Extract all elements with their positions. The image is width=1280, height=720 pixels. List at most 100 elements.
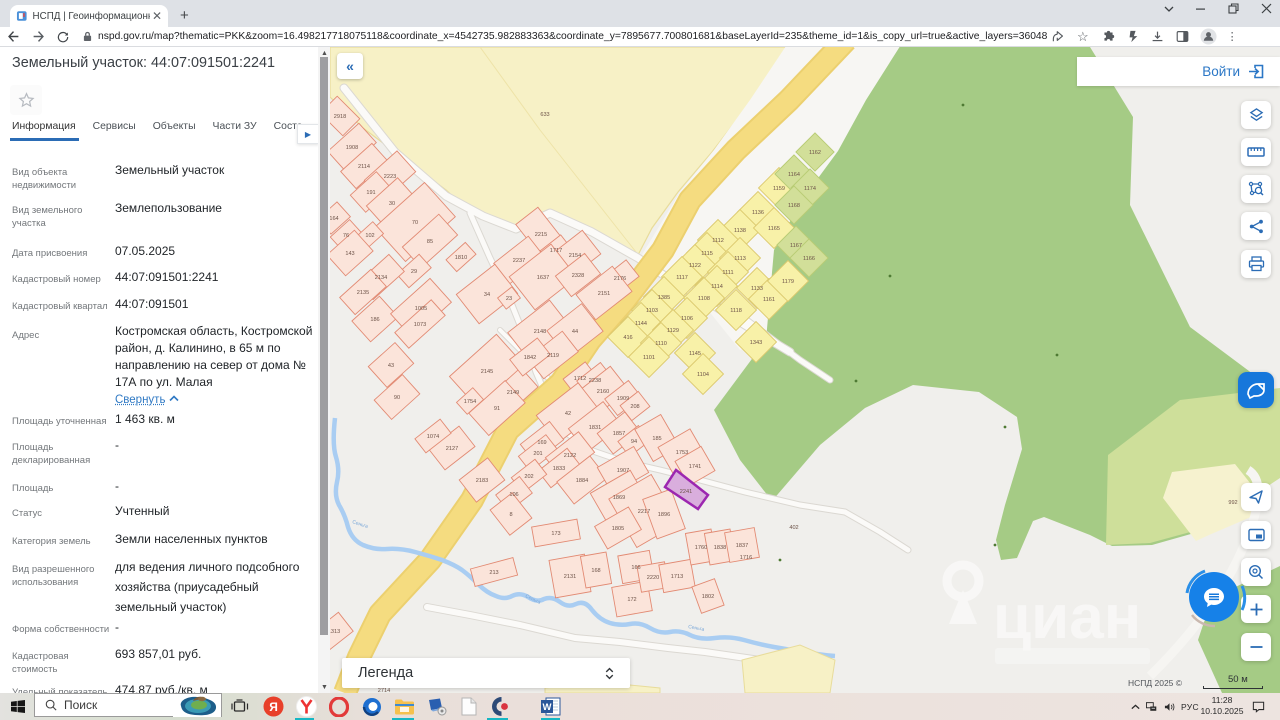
svg-text:2918: 2918 [334,114,346,120]
svg-text:1908: 1908 [346,145,358,151]
svg-text:208: 208 [630,404,639,410]
svg-text:2154: 2154 [569,253,581,259]
svg-text:2114: 2114 [358,164,370,170]
svg-text:2135: 2135 [357,290,369,296]
svg-text:1869: 1869 [613,495,625,501]
svg-text:1179: 1179 [782,279,794,285]
svg-text:1712: 1712 [574,376,586,382]
svg-text:2134: 2134 [375,275,387,281]
svg-text:1114: 1114 [711,284,723,290]
svg-text:1716: 1716 [740,555,752,561]
svg-text:1106: 1106 [681,316,693,322]
svg-text:1164: 1164 [788,172,800,178]
svg-text:1144: 1144 [635,321,647,327]
svg-text:1385: 1385 [658,295,670,301]
svg-text:1162: 1162 [809,150,821,156]
svg-text:1073: 1073 [414,322,426,328]
svg-text:1754: 1754 [464,399,476,405]
svg-text:143: 143 [345,251,354,257]
svg-text:1122: 1122 [689,263,701,269]
svg-text:43: 43 [388,363,394,369]
svg-text:1118: 1118 [730,308,742,314]
svg-text:1753: 1753 [676,450,688,456]
svg-text:1833: 1833 [553,466,565,472]
svg-text:2127: 2127 [446,446,458,452]
svg-text:1713: 1713 [671,574,683,580]
svg-text:1810: 1810 [455,255,467,261]
svg-text:202: 202 [524,474,533,480]
svg-text:1138: 1138 [734,228,746,234]
svg-text:1168: 1168 [788,203,800,209]
svg-text:1343: 1343 [750,340,762,346]
svg-text:1313: 1313 [330,629,340,635]
svg-text:2145: 2145 [481,369,493,375]
svg-text:2122: 2122 [564,453,576,459]
svg-text:416: 416 [623,335,632,341]
svg-text:Я: Я [269,700,278,714]
svg-text:201: 201 [533,451,542,457]
svg-text:2151: 2151 [598,291,610,297]
svg-text:1112: 1112 [712,238,724,244]
svg-text:2183: 2183 [476,478,488,484]
svg-text:2238: 2238 [589,378,601,384]
svg-text:164: 164 [330,216,339,222]
svg-text:1103: 1103 [646,308,658,314]
svg-text:2131: 2131 [564,574,576,580]
svg-text:1909: 1909 [617,396,629,402]
svg-text:1115: 1115 [701,251,713,257]
svg-text:1005: 1005 [415,306,427,312]
svg-text:1159: 1159 [773,186,785,192]
svg-text:1842: 1842 [524,355,536,361]
svg-text:1637: 1637 [537,275,549,281]
svg-text:1717: 1717 [550,248,562,254]
svg-text:1174: 1174 [804,186,816,192]
svg-text:1907: 1907 [617,468,629,474]
svg-text:1896: 1896 [658,512,670,518]
svg-text:8: 8 [509,512,512,518]
svg-text:76: 76 [343,233,349,239]
svg-text:1857: 1857 [613,431,625,437]
svg-text:42: 42 [565,411,571,417]
svg-text:1161: 1161 [763,297,775,303]
svg-text:2223: 2223 [384,174,396,180]
svg-text:2119: 2119 [547,353,559,359]
svg-text:633: 633 [540,112,549,118]
svg-text:1884: 1884 [576,478,588,484]
svg-text:1802: 1802 [702,594,714,600]
svg-text:2237: 2237 [513,258,525,264]
svg-text:173: 173 [551,531,560,537]
svg-text:1108: 1108 [698,296,710,302]
svg-text:1831: 1831 [589,425,601,431]
svg-text:992: 992 [1228,500,1237,506]
svg-text:106: 106 [509,492,518,498]
svg-text:23: 23 [506,296,512,302]
svg-text:1110: 1110 [655,341,667,347]
svg-text:2149: 2149 [507,390,519,396]
svg-text:2217: 2217 [638,509,650,515]
svg-text:1741: 1741 [689,464,701,470]
svg-text:30: 30 [389,201,395,207]
svg-text:191: 191 [366,190,375,196]
svg-text:186: 186 [370,317,379,323]
svg-text:34: 34 [484,292,490,298]
svg-text:2220: 2220 [647,575,659,581]
svg-text:1837: 1837 [736,543,748,549]
svg-text:2160: 2160 [597,389,609,395]
svg-text:1133: 1133 [751,286,763,292]
svg-text:1805: 1805 [612,526,624,532]
svg-text:1104: 1104 [697,372,709,378]
svg-text:90: 90 [394,395,400,401]
svg-text:1074: 1074 [427,434,439,440]
svg-text:W: W [543,702,552,713]
svg-text:2215: 2215 [535,232,547,238]
svg-text:166: 166 [631,565,640,571]
svg-text:1111: 1111 [722,270,733,276]
svg-text:168: 168 [591,568,600,574]
svg-text:2241: 2241 [680,489,692,495]
svg-text:85: 85 [427,239,433,245]
svg-text:70: 70 [412,220,418,226]
svg-text:213: 213 [489,570,498,576]
svg-text:402: 402 [789,525,798,531]
svg-text:2148: 2148 [534,329,546,335]
svg-text:1145: 1145 [689,351,701,357]
